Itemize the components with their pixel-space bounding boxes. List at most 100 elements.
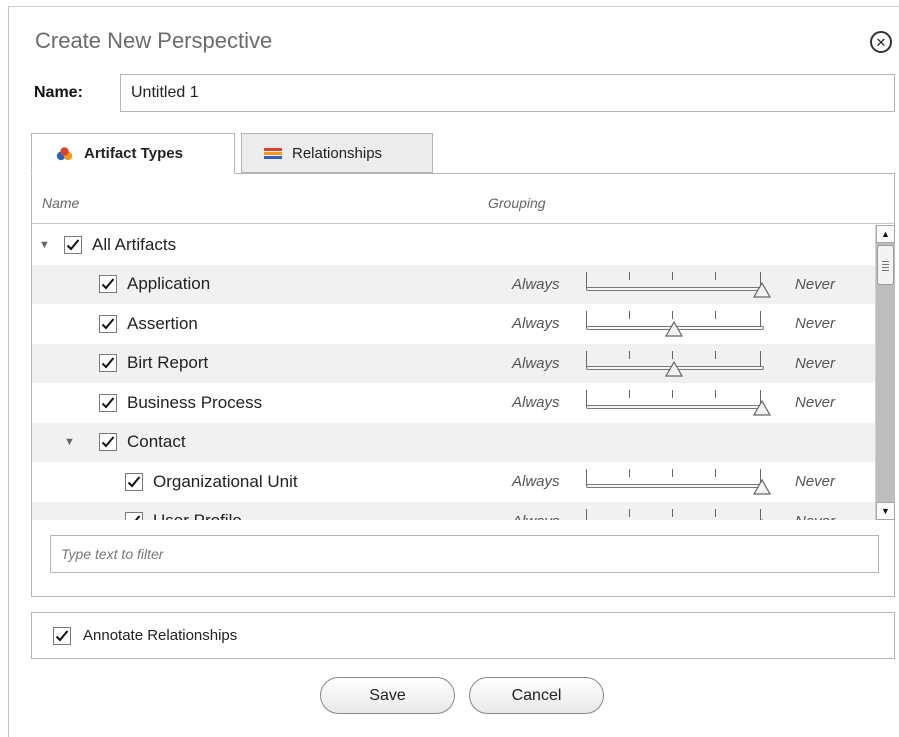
row-checkbox[interactable] [125,512,143,520]
dialog-title: Create New Perspective [35,28,273,53]
grouping-slider[interactable] [584,462,772,501]
close-icon[interactable]: ✕ [870,31,892,53]
row-label: Business Process [127,392,263,412]
grouping-slider[interactable] [584,304,769,343]
table-row[interactable]: Assertion Always Never [32,304,875,344]
table-row[interactable]: ▼ All Artifacts [32,225,875,265]
grouping-slider[interactable] [584,265,772,304]
slider-tick [715,390,716,398]
grouping-always-label: Always [512,354,560,372]
grouping-always-label: Always [512,275,560,293]
slider-tick [586,469,587,485]
row-label: Application [127,274,211,294]
slider-tick [586,271,587,288]
table-row[interactable]: User Profile Always Never [32,501,875,520]
tab-artifact-types[interactable]: Artifact Types [31,133,235,174]
scroll-down-arrow-icon[interactable]: ▼ [876,502,895,520]
grouping-slider[interactable] [584,344,769,383]
filter-input[interactable] [50,535,879,573]
row-checkbox[interactable] [125,472,143,491]
slider-tick [586,311,587,327]
tab-artifact-types-label: Artifact Types [84,145,183,162]
name-input[interactable] [120,74,895,112]
table-row[interactable]: Birt Report Always Never [32,343,875,383]
slider-tick [586,508,587,520]
relationships-icon [264,146,282,160]
expand-triangle-icon[interactable]: ▼ [39,239,50,251]
grouping-never-label: Never [795,315,836,333]
slider-tick [629,508,630,517]
table-row[interactable]: Business Process Always Never [32,383,875,423]
grouping-always-label: Always [512,513,560,520]
save-button[interactable]: Save [320,677,455,714]
slider-tick [715,271,716,280]
slider-tick [629,271,630,280]
create-perspective-dialog: Create New Perspective ✕ Name: Artifact … [8,6,899,737]
slider-track[interactable] [586,286,764,291]
slider-thumb[interactable] [752,478,772,495]
row-checkbox[interactable] [99,393,117,412]
artifact-types-panel: Name Grouping ▼ All Artifacts Application A… [31,173,895,597]
grouping-always-label: Always [512,473,560,491]
scroll-up-arrow-icon[interactable]: ▲ [876,225,895,243]
slider-tick [672,311,673,319]
slider-tick [672,271,673,280]
slider-track[interactable] [586,405,764,409]
scroll-thumb[interactable] [877,245,894,285]
slider-track[interactable] [586,484,764,488]
vertical-scrollbar[interactable]: ▲ ▼ [875,225,895,520]
slider-tick [629,469,630,477]
grouping-slider[interactable] [584,502,771,520]
slider-tick [672,390,673,398]
grouping-never-label: Never [795,354,836,372]
artifact-types-icon [56,146,74,161]
slider-tick [672,469,673,477]
annotate-relationships-checkbox[interactable] [53,626,71,645]
grouping-never-label: Never [795,275,836,293]
row-label: User Profile [153,511,242,520]
grouping-never-label: Never [795,513,835,520]
slider-tick [586,390,587,406]
cancel-button[interactable]: Cancel [469,677,604,714]
row-label: Birt Report [127,353,209,373]
slider-tick [672,350,673,359]
row-label: Assertion [127,313,198,333]
row-label: All Artifacts [92,234,177,254]
expand-triangle-icon[interactable]: ▼ [64,436,75,448]
slider-tick [629,390,630,398]
column-header: Name Grouping [32,174,894,224]
row-checkbox[interactable] [99,354,117,373]
slider-tick [715,350,716,359]
table-row[interactable]: Organizational Unit Always Never [32,462,875,502]
grouping-slider[interactable] [584,383,772,422]
annotate-relationships-label: Annotate Relationships [83,627,238,644]
annotate-relationships-row: Annotate Relationships [31,612,895,659]
slider-tick [760,350,761,367]
grouping-never-label: Never [795,394,836,412]
tab-relationships[interactable]: Relationships [241,133,433,173]
row-label: Contact [127,432,186,452]
row-checkbox[interactable] [64,235,82,254]
slider-tick [586,350,587,367]
slider-tick [715,469,716,477]
slider-thumb[interactable] [752,281,772,298]
artifact-list: ▼ All Artifacts Application Always Never Asse… [32,225,875,520]
row-checkbox[interactable] [99,275,117,294]
slider-thumb[interactable] [752,399,772,416]
slider-tick [672,508,673,517]
slider-thumb[interactable] [664,320,684,337]
slider-tick [760,311,761,327]
table-row[interactable]: Application Always Never [32,264,875,304]
tab-relationships-label: Relationships [292,144,383,162]
name-label: Name: [34,84,83,101]
slider-thumb[interactable] [753,518,771,520]
row-checkbox[interactable] [99,433,117,452]
row-label: Organizational Unit [153,471,298,491]
table-row[interactable]: ▼ Contact [32,422,875,462]
grouping-always-label: Always [512,315,560,333]
slider-tick [629,350,630,359]
row-checkbox[interactable] [99,314,117,333]
column-header-name: Name [42,195,80,211]
grouping-never-label: Never [795,473,836,491]
slider-thumb[interactable] [664,360,684,377]
